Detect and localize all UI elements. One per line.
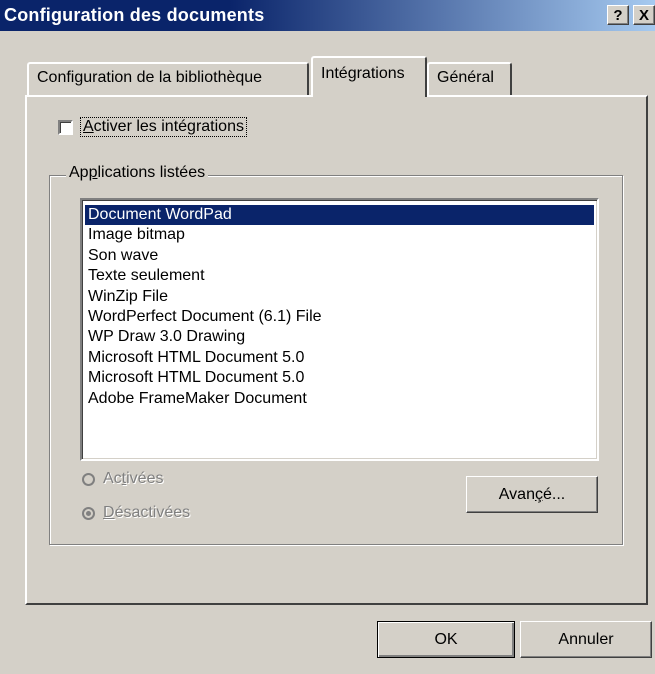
list-item[interactable]: Microsoft HTML Document 5.0 <box>85 348 594 368</box>
deactivated-label: Désactivées <box>103 504 191 521</box>
tab-library-configuration[interactable]: Configuration de la bibliothèque <box>27 62 309 95</box>
deactivated-option: Désactivées <box>82 504 190 522</box>
list-item[interactable]: WP Draw 3.0 Drawing <box>85 327 594 347</box>
help-button[interactable]: ? <box>607 5 629 25</box>
list-item[interactable]: Microsoft HTML Document 5.0 <box>85 368 594 388</box>
activated-radio <box>82 472 95 486</box>
deactivated-radio <box>82 506 95 520</box>
window-title: Configuration des documents <box>4 5 265 25</box>
title-bar: Configuration des documents ? X <box>0 0 655 31</box>
list-item[interactable]: WordPerfect Document (6.1) File <box>85 307 594 327</box>
ok-button[interactable]: OK <box>377 621 515 658</box>
tab-integrations[interactable]: Intégrations <box>311 56 427 97</box>
activated-option: Activées <box>82 470 163 488</box>
enable-integrations-checkbox[interactable] <box>58 119 73 135</box>
tab-general[interactable]: Général <box>427 62 512 95</box>
list-item[interactable]: Image bitmap <box>85 225 594 245</box>
document-configuration-dialog: Configuration des documents ? X Configur… <box>0 0 655 674</box>
activated-label: Activées <box>103 470 164 487</box>
list-item[interactable]: Texte seulement <box>85 266 594 286</box>
list-item[interactable]: WinZip File <box>85 287 594 307</box>
enable-integrations-option[interactable]: Activer les intégrations <box>58 117 247 137</box>
list-item[interactable]: Son wave <box>85 246 594 266</box>
cancel-button[interactable]: Annuler <box>520 621 652 658</box>
listed-applications-legend: Applications listées <box>66 164 209 182</box>
enable-integrations-label[interactable]: Activer les intégrations <box>80 117 247 137</box>
list-item[interactable]: Document WordPad <box>85 205 594 226</box>
close-button[interactable]: X <box>633 5 655 25</box>
advanced-button[interactable]: Avan ç é... <box>466 476 598 513</box>
applications-listbox[interactable]: Document WordPad Image bitmap Son wave Text… <box>80 198 599 461</box>
list-item[interactable]: Adobe FrameMaker Document <box>85 389 594 409</box>
